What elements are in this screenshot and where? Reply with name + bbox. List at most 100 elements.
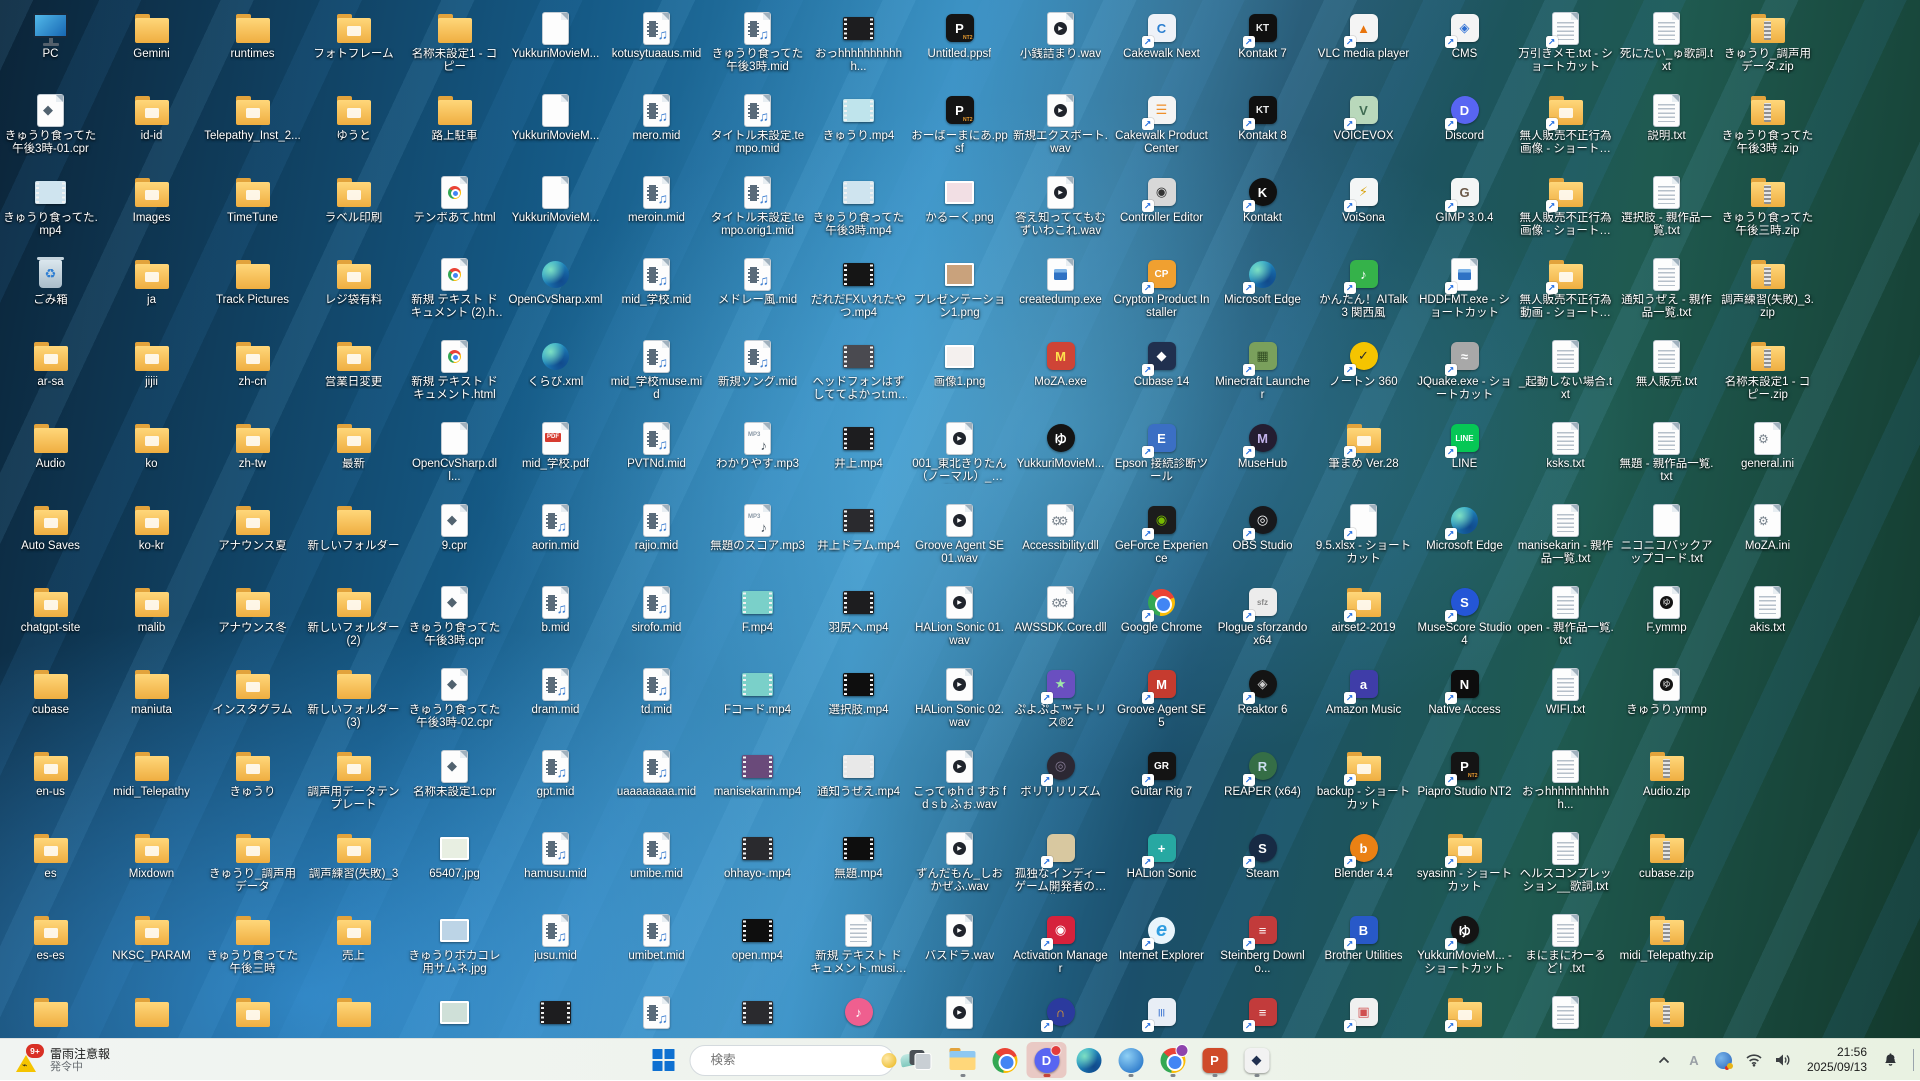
desktop-icon-es[interactable]: es [0,824,101,906]
desktop-icon-新規ソング-mid[interactable]: ♫新規ソング.mid [707,332,808,414]
notification-bell-icon[interactable]: z [1877,1045,1903,1075]
tray-app-globe-icon[interactable] [1711,1045,1737,1075]
desktop-icon-gimp-3-0-4[interactable]: G↗GIMP 3.0.4 [1414,168,1515,250]
desktop-icon-mid-学校-pdf[interactable]: PDFmid_学校.pdf [505,414,606,496]
desktop-icon-お-ば-まにあ-ppsf[interactable]: PNT2おーばーまにあ.ppsf [909,86,1010,168]
desktop-icon-moza-exe[interactable]: MMoZA.exe [1010,332,1111,414]
desktop-icon-売上[interactable]: 売上 [303,906,404,988]
desktop-icon-pvtnd-mid[interactable]: ♫PVTNd.mid [606,414,707,496]
desktop-icon-rajio-mid[interactable]: ♫rajio.mid [606,496,707,578]
desktop-icon-おっhhhhhhhhhhh-[interactable]: おっhhhhhhhhhhh... [808,4,909,86]
desktop-icon-piapro-studio-nt2[interactable]: PNT2↗Piapro Studio NT2 [1414,742,1515,824]
desktop-icon-id-id[interactable]: id-id [101,86,202,168]
desktop-icon-yukkurimoviem-[interactable]: YukkuriMovieM... [505,86,606,168]
search-box[interactable] [690,1045,895,1076]
desktop-icon-新規-テキスト-ドキュメント-musicxml[interactable]: 新規 テキスト ドキュメント.musicxml [808,906,909,988]
desktop-icon-yukkurimoviem-[interactable]: YukkuriMovieM... [505,168,606,250]
desktop-icon-r13c14[interactable]: ▣↗ [1313,988,1414,1038]
desktop-icon-通知うぜえ-親作品一覧-txt[interactable]: 通知うぜえ - 親作品一覧.txt [1616,250,1717,332]
desktop-icon-ニコニコバックアップコ-ド-txt[interactable]: ニコニコバックアップコード.txt [1616,496,1717,578]
desktop-icon-営業日変更[interactable]: 営業日変更 [303,332,404,414]
desktop-icon-audio-zip[interactable]: Audio.zip [1616,742,1717,824]
desktop-icon-無題-親作品一覧-txt[interactable]: 無題 - 親作品一覧.txt [1616,414,1717,496]
desktop-icon-こってゅh-d-すお-f-d-s-b-ふぉ-wav[interactable]: ▶こってゅh d すお f d s b ふぉ.wav [909,742,1010,824]
show-desktop-button[interactable] [1913,1049,1914,1071]
desktop-icon-くらび-xml[interactable]: くらび.xml [505,332,606,414]
taskbar-task-view[interactable] [901,1042,941,1078]
desktop-icon-halion-sonic[interactable]: +↗HALion Sonic [1111,824,1212,906]
desktop-icon-名称未設定1-コピ-zip[interactable]: 名称未設定1 - コピー.zip [1717,332,1818,414]
desktop-icon-backup-ショ-トカット[interactable]: ↗backup - ショートカット [1313,742,1414,824]
desktop-icon-井上-mp4[interactable]: 井上.mp4 [808,414,909,496]
desktop-icon-auto-saves[interactable]: Auto Saves [0,496,101,578]
desktop-icon-general-ini[interactable]: ⚙general.ini [1717,414,1818,496]
desktop-icon-cubase-14[interactable]: ◆↗Cubase 14 [1111,332,1212,414]
desktop-icon-yukkurimoviem-ショ-トカット[interactable]: ゆ↗YukkuriMovieM... - ショートカット [1414,906,1515,988]
desktop-icon-yukkurimoviem-[interactable]: ゆYukkuriMovieM... [1010,414,1111,496]
desktop-icon-telepathy-inst-2-[interactable]: Telepathy_Inst_2... [202,86,303,168]
desktop-icon-フォトフレ-ム[interactable]: フォトフレーム [303,4,404,86]
desktop-icon-opencvsharp-xml[interactable]: OpenCvSharp.xml [505,250,606,332]
desktop-icon-ヘッドフォンはずしててよかっt-mp4[interactable]: ヘッドフォンはずしててよかっt.mp4 [808,332,909,414]
desktop-icon-ヘルスコンプレッション-歌詞-txt[interactable]: ヘルスコンプレッション__歌詞.txt [1515,824,1616,906]
desktop-icon-td-mid[interactable]: ♫td.mid [606,660,707,742]
desktop-icon-cms[interactable]: ◈↗CMS [1414,4,1515,86]
desktop-icon-pc[interactable]: PC [0,4,101,86]
desktop-icon-ラベル印刷[interactable]: ラベル印刷 [303,168,404,250]
desktop-icon-malib[interactable]: malib [101,578,202,660]
desktop-icon-r13c2[interactable] [101,988,202,1038]
taskbar-file-explorer[interactable] [943,1042,983,1078]
desktop-icon-audio[interactable]: Audio [0,414,101,496]
desktop-icon-mero-mid[interactable]: ♫mero.mid [606,86,707,168]
desktop-icon-インスタグラム[interactable]: インスタグラム [202,660,303,742]
desktop-icon-hddfmt-exe-ショ-トカット[interactable]: ↗HDDFMT.exe - ショートカット [1414,250,1515,332]
desktop-icon-musehub[interactable]: M↗MuseHub [1212,414,1313,496]
desktop-icon-f-mp4[interactable]: F.mp4 [707,578,808,660]
desktop-icon-mid-学校-mid[interactable]: ♫mid_学校.mid [606,250,707,332]
desktop-icon-新しいフォルダ-[interactable]: 新しいフォルダー [303,496,404,578]
desktop-icon-jquake-exe-ショ-トカット[interactable]: ≈↗JQuake.exe - ショートカット [1414,332,1515,414]
desktop-icon-調声練習-失敗-3[interactable]: 調声練習(失敗)_3 [303,824,404,906]
desktop-icon-steinberg-downlo-[interactable]: ≡↗Steinberg Downlo... [1212,906,1313,988]
desktop-icon-halion-sonic-01-wav[interactable]: ▶HALion Sonic 01.wav [909,578,1010,660]
desktop-icon-umibe-mid[interactable]: ♫umibe.mid [606,824,707,906]
desktop-icon-reaper-x64-[interactable]: R↗REAPER (x64) [1212,742,1313,824]
desktop-icon-manisekarin-親作品一覧-txt[interactable]: manisekarin - 親作品一覧.txt [1515,496,1616,578]
desktop-icon-meroin-mid[interactable]: ♫meroin.mid [606,168,707,250]
desktop-icon-activation-manager[interactable]: ◉↗Activation Manager [1010,906,1111,988]
desktop-icon-筆まめ-ver-28[interactable]: ↗筆まめ Ver.28 [1313,414,1414,496]
desktop-icon-だれだfxいれたやつ-mp4[interactable]: だれだFXいれたやつ.mp4 [808,250,909,332]
desktop-icon-答え知っててもむずいわこれ-wav[interactable]: ▶答え知っててもむずいわこれ.wav [1010,168,1111,250]
desktop-icon-b-mid[interactable]: ♫b.mid [505,578,606,660]
desktop-icon-きゅうり-調声用デ-タ-zip[interactable]: きゅうり_調声用データ.zip [1717,4,1818,86]
desktop-icon-airset2-2019[interactable]: ↗airset2-2019 [1313,578,1414,660]
desktop-icon-無人販売-txt[interactable]: 無人販売.txt [1616,332,1717,414]
desktop-icon-ノ-トン-360[interactable]: ✓↗ノートン 360 [1313,332,1414,414]
desktop-icon-gemini[interactable]: Gemini [101,4,202,86]
desktop-icon-internet-explorer[interactable]: e↗Internet Explorer [1111,906,1212,988]
desktop-icon-epson-接続診断ツ-ル[interactable]: E↗Epson 接続診断ツール [1111,414,1212,496]
desktop-icon-vlc-media-player[interactable]: ▲↗VLC media player [1313,4,1414,86]
desktop-icon-新規-テキスト-ドキュメント-2-html[interactable]: 新規 テキスト ドキュメント (2).html [404,250,505,332]
desktop-icon-65407-jpg[interactable]: 65407.jpg [404,824,505,906]
desktop-icon-井上ドラム-mp4[interactable]: 井上ドラム.mp4 [808,496,909,578]
desktop-icon-説明-txt[interactable]: 説明.txt [1616,86,1717,168]
taskbar-chrome-profile[interactable] [1153,1042,1193,1078]
desktop-icon-fコ-ド-mp4[interactable]: Fコード.mp4 [707,660,808,742]
desktop-icon-ごみ箱[interactable]: ♻ごみ箱 [0,250,101,332]
desktop-icon-無題-mp4[interactable]: 無題.mp4 [808,824,909,906]
desktop-icon-guitar-rig-7[interactable]: GR↗Guitar Rig 7 [1111,742,1212,824]
desktop-icon-minecraft-launcher[interactable]: ▦↗Minecraft Launcher [1212,332,1313,414]
desktop-icon-crypton-product-installer[interactable]: CP↗Crypton Product Installer [1111,250,1212,332]
desktop-icon-jijii[interactable]: jijii [101,332,202,414]
desktop-icon-groove-agent-se-5[interactable]: M↗Groove Agent SE 5 [1111,660,1212,742]
tray-clock[interactable]: 21:56 2025/09/13 [1801,1045,1873,1075]
desktop-icon-ゆうと[interactable]: ゆうと [303,86,404,168]
desktop-icon-f-ymmp[interactable]: ゆF.ymmp [1616,578,1717,660]
desktop-icon-バスドラ-wav[interactable]: ▶バスドラ.wav [909,906,1010,988]
desktop-icon-r13c15[interactable]: ↗ [1414,988,1515,1038]
desktop-icon-timetune[interactable]: TimeTune [202,168,303,250]
desktop-icon-manisekarin-mp4[interactable]: manisekarin.mp4 [707,742,808,824]
desktop-icon-aorin-mid[interactable]: ♫aorin.mid [505,496,606,578]
desktop-icon-きゅうり食ってた午後三時[interactable]: きゅうり食ってた午後三時 [202,906,303,988]
